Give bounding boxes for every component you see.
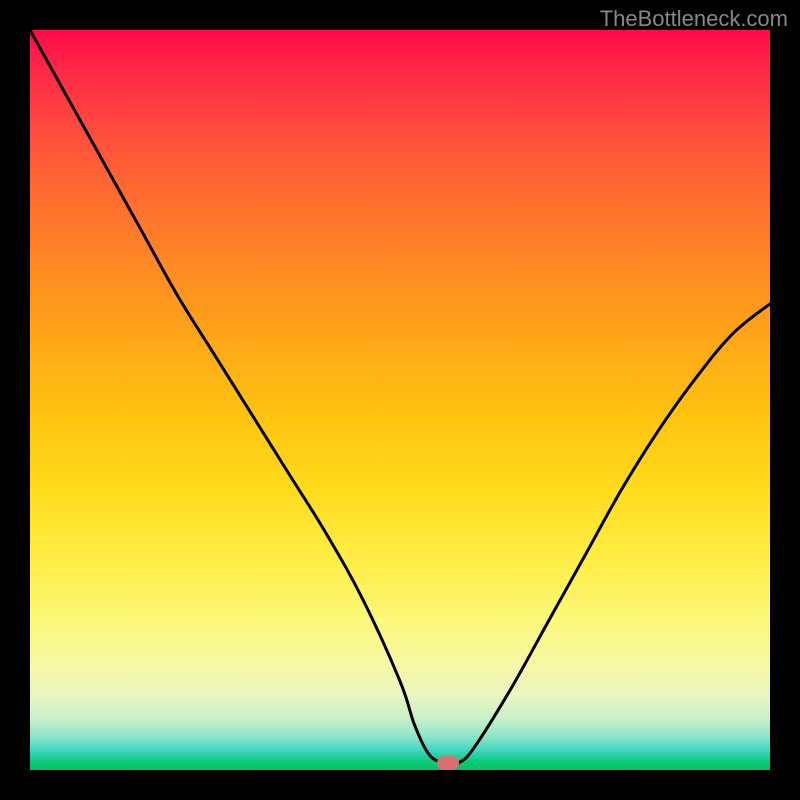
watermark-text: TheBottleneck.com [600,6,788,32]
optimal-marker-icon [437,756,459,770]
plot-area [30,30,770,770]
bottleneck-curve [30,30,770,770]
